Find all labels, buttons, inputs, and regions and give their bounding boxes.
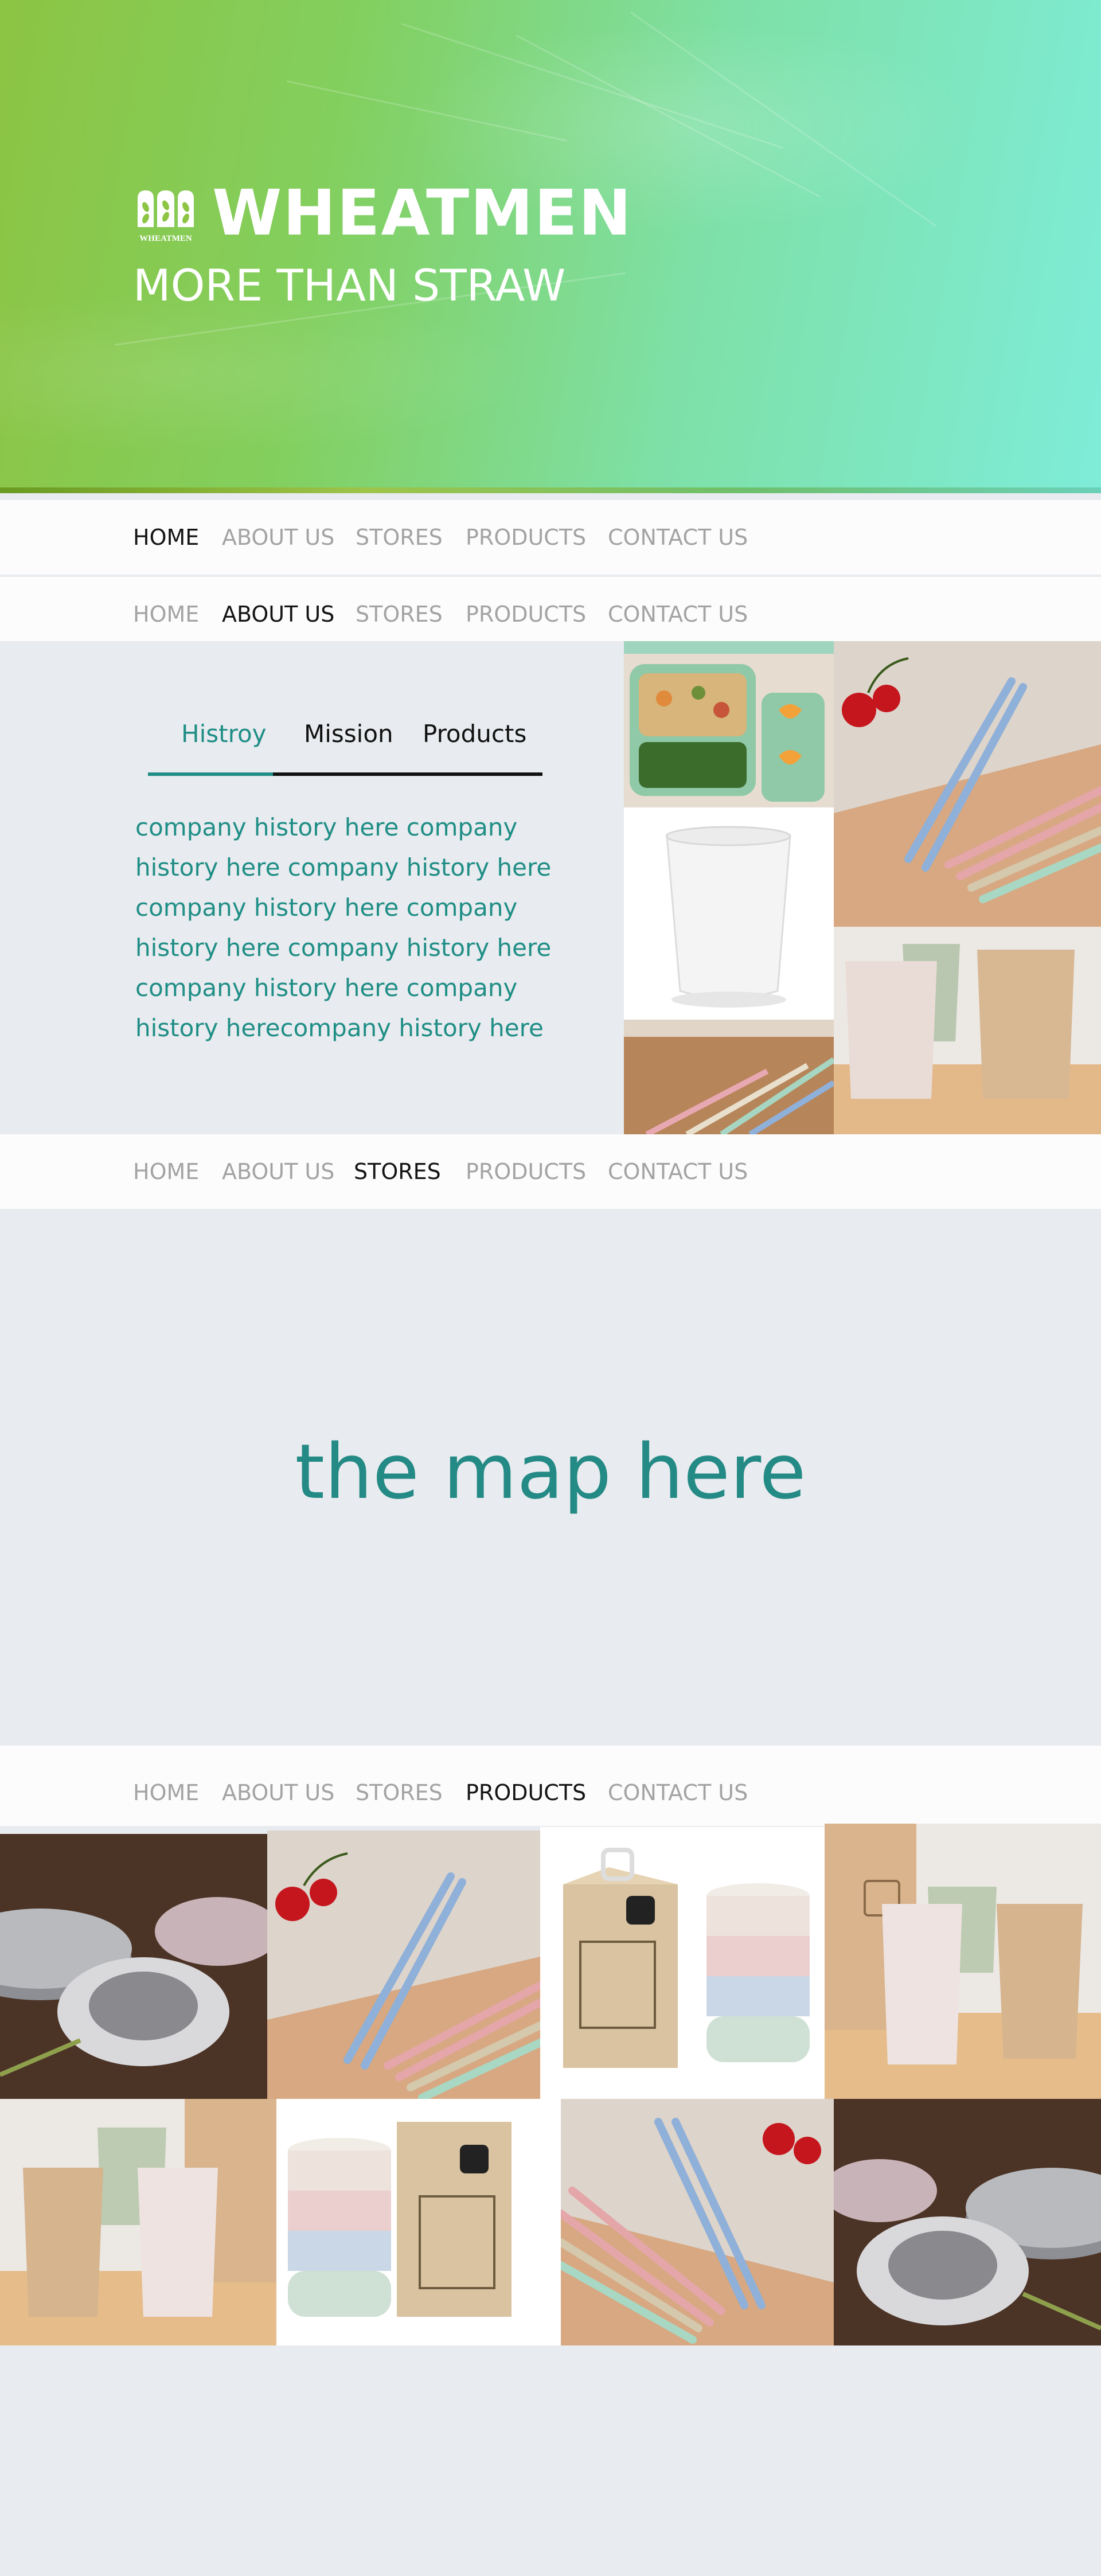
nav-home[interactable]: HOME (133, 1134, 199, 1209)
product-image-plates[interactable] (0, 1834, 267, 2099)
nav-products[interactable]: PRODUCTS (466, 1746, 586, 1826)
cups-photo (834, 927, 1101, 1134)
tab-mission[interactable]: Mission (304, 720, 393, 748)
product-image-bowls-box[interactable] (276, 2099, 561, 2345)
map-placeholder[interactable]: the map here (0, 1428, 1101, 1516)
white-cup-photo (624, 807, 834, 1020)
nav-stores[interactable]: STORES (356, 1746, 443, 1826)
tab-products[interactable]: Products (423, 720, 526, 748)
nav-about-us[interactable]: ABOUT US (222, 577, 334, 641)
tab-history[interactable]: Histroy (181, 720, 267, 748)
wheat-logo-icon[interactable]: WHEATMEN (134, 187, 197, 244)
nav-contact-us[interactable]: CONTACT US (608, 577, 748, 641)
nav-about-us[interactable]: ABOUT US (222, 1134, 334, 1209)
nav-home[interactable]: HOME (133, 577, 199, 641)
about-nav: HOME ABOUT US STORES PRODUCTS CONTACT US (0, 577, 1101, 641)
product-image-cups-box[interactable] (825, 1824, 1101, 2099)
svg-text:WHEATMEN: WHEATMEN (139, 234, 192, 243)
nav-home[interactable]: HOME (133, 1746, 199, 1826)
nav-contact-us[interactable]: CONTACT US (608, 1746, 748, 1826)
brand-name: WHEATMEN (212, 176, 633, 249)
tab-active-indicator (148, 772, 273, 776)
chopsticks-photo (834, 641, 1101, 927)
nav-products[interactable]: PRODUCTS (466, 577, 586, 641)
main-nav: HOME ABOUT US STORES PRODUCTS CONTACT US (0, 500, 1101, 575)
product-image-chopsticks[interactable] (267, 1830, 540, 2099)
product-image-bowls-box[interactable] (540, 1827, 825, 2099)
products-nav: HOME ABOUT US STORES PRODUCTS CONTACT US (0, 1746, 1101, 1826)
nav-contact-us[interactable]: CONTACT US (608, 1134, 748, 1209)
product-image-cups-box[interactable] (0, 2099, 276, 2345)
nav-about-us[interactable]: ABOUT US (222, 500, 334, 575)
stores-nav: HOME ABOUT US STORES PRODUCTS CONTACT US (0, 1134, 1101, 1209)
nav-products[interactable]: PRODUCTS (466, 1134, 586, 1209)
nav-stores[interactable]: STORES (356, 577, 443, 641)
nav-home[interactable]: HOME (133, 500, 199, 575)
nav-about-us[interactable]: ABOUT US (222, 1746, 334, 1826)
chopsticks-tray-photo (624, 1020, 834, 1134)
nav-stores[interactable]: STORES (354, 1134, 441, 1209)
history-text: company history here company history her… (135, 813, 552, 1042)
product-image-chopsticks[interactable] (561, 2099, 834, 2345)
nav-products[interactable]: PRODUCTS (466, 500, 586, 575)
lunchbox-photo (624, 641, 834, 807)
hero-bottom-strip (0, 487, 1101, 493)
nav-stores[interactable]: STORES (356, 500, 443, 575)
brand-tagline: MORE THAN STRAW (133, 260, 566, 311)
nav-contact-us[interactable]: CONTACT US (608, 500, 748, 575)
product-image-plates[interactable] (834, 2099, 1101, 2345)
